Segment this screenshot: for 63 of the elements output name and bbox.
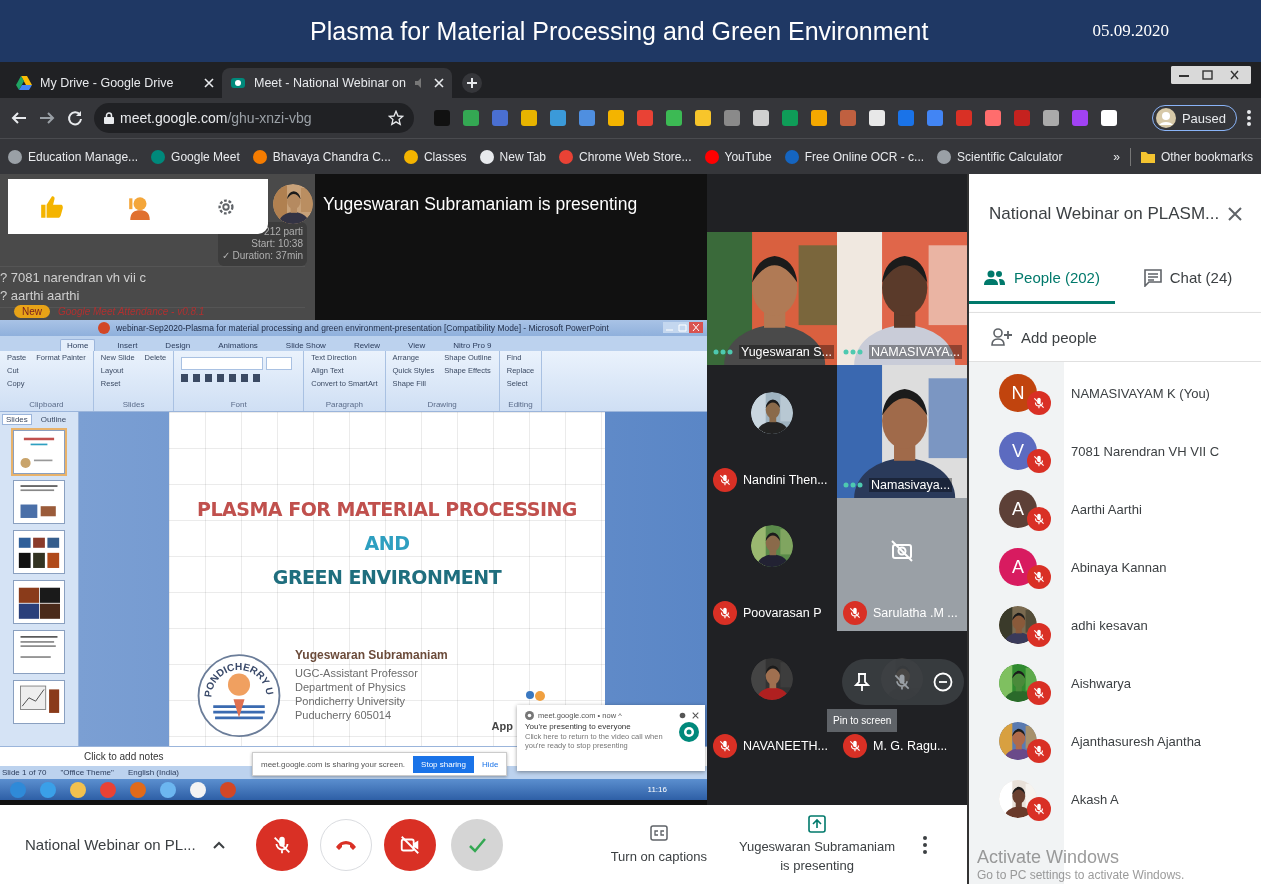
tab-title: My Drive - Google Drive: [40, 76, 175, 90]
participant-name: 7081 Narendran VH VII C: [1071, 443, 1220, 459]
group-label: Slides: [121, 400, 146, 411]
bookmark-title: New Tab: [499, 149, 547, 164]
group-label: Font: [229, 400, 248, 411]
presenter-message: Yugeswaran Subramaniam is presenting: [323, 194, 638, 215]
window-title: webinar-Sep2020-Plasma for material processing and green environment-presentation [Compatibility Mode] - Microsoft PowerPoint: [116, 323, 609, 333]
participant-name: Aishwarya: [1071, 675, 1131, 691]
affiliation-line: Department of Physics: [295, 680, 407, 694]
status-text: "Office Theme": [60, 768, 114, 777]
new-badge: New: [14, 305, 50, 318]
participant-name: Abinaya Kannan: [1071, 559, 1167, 575]
participant-name: NAVANEETH...: [743, 739, 828, 753]
author-name: Yugeswaran Subramaniam: [295, 648, 448, 662]
notification-title: You're presenting to everyone: [525, 722, 632, 731]
group-label: Editing: [507, 400, 534, 411]
participant-name: Yugeswaran S...: [739, 345, 835, 359]
affiliation-line: UGC-Assistant Professor: [295, 666, 419, 680]
bookmark-title: Scientific Calculator: [957, 149, 1063, 164]
participant-name: Sarulatha .M ...: [873, 606, 958, 620]
status-text: English (India): [127, 768, 180, 777]
tab-title: Meet - National Webinar on: [254, 76, 406, 90]
status-text: Slide 1 of 70: [2, 768, 47, 777]
clock: 11:16: [647, 785, 667, 794]
participant-name: M. G. Ragu...: [873, 739, 948, 753]
extension-name: Google Meet Attendance - v0.8.1: [58, 306, 205, 317]
bookmark-title: Classes: [423, 149, 467, 164]
participant-name: Poovarasan P: [743, 606, 822, 620]
attendee-name: ? aarthi aarthi: [0, 287, 81, 305]
participant-name: Ajanthasuresh Ajantha: [1071, 733, 1202, 749]
duration: ✓ Duration: 37min: [221, 250, 303, 262]
participant-name: Akash A: [1071, 791, 1119, 807]
date: 05.09.2020: [1092, 21, 1169, 41]
participant-name: Namasivaya...: [869, 478, 953, 492]
url-path: /ghu-xnzi-vbg: [227, 110, 312, 126]
affiliation-line: Puducherry 605014: [295, 708, 392, 722]
bookmark-title: Google Meet: [171, 149, 240, 164]
activation-message: Go to PC settings to activate Windows.: [977, 868, 1185, 882]
group-label: Paragraph: [324, 400, 365, 411]
group-label: Clipboard: [28, 400, 65, 411]
bookmark-title: YouTube: [724, 149, 772, 164]
bookmark-title: Education Manage...: [28, 149, 139, 164]
url-host: meet.google.com: [120, 110, 228, 126]
folder-title: Other bookmarks: [1160, 149, 1253, 164]
activation-title: Activate Windows: [977, 847, 1121, 868]
slide-text: App: [491, 720, 513, 732]
group-label: Drawing: [426, 400, 458, 411]
bookmark-title: Chrome Web Store...: [579, 149, 692, 164]
start-time: Start: 10:38: [250, 238, 303, 250]
attendee-name: ? 7081 narendran vh vii c: [0, 269, 147, 287]
affiliation-line: Pondicherry University: [295, 694, 407, 708]
participant-name: Nandini Then...: [743, 473, 828, 487]
share-message: meet.google.com is sharing your screen.: [261, 759, 406, 769]
meeting-title: National Webinar on PL...: [25, 836, 196, 853]
panel-title: National Webinar on PLASM...: [989, 204, 1220, 224]
participant-name: adhi kesavan: [1071, 617, 1148, 633]
tooltip: Pin to screen: [827, 709, 898, 732]
participant-name: NAMASIVAYAM K (You): [1071, 385, 1210, 401]
slide-title-line: GREEN ENVIRONMENT: [272, 565, 502, 590]
slide-title: Plasma for Material Processing and Green Environment: [310, 16, 929, 46]
slide-title-line: PLASMA FOR MATERIAL PROCESSING: [197, 497, 577, 522]
participant-name: Aarthi Aarthi: [1071, 501, 1142, 517]
slide-title-line: AND: [364, 531, 410, 556]
